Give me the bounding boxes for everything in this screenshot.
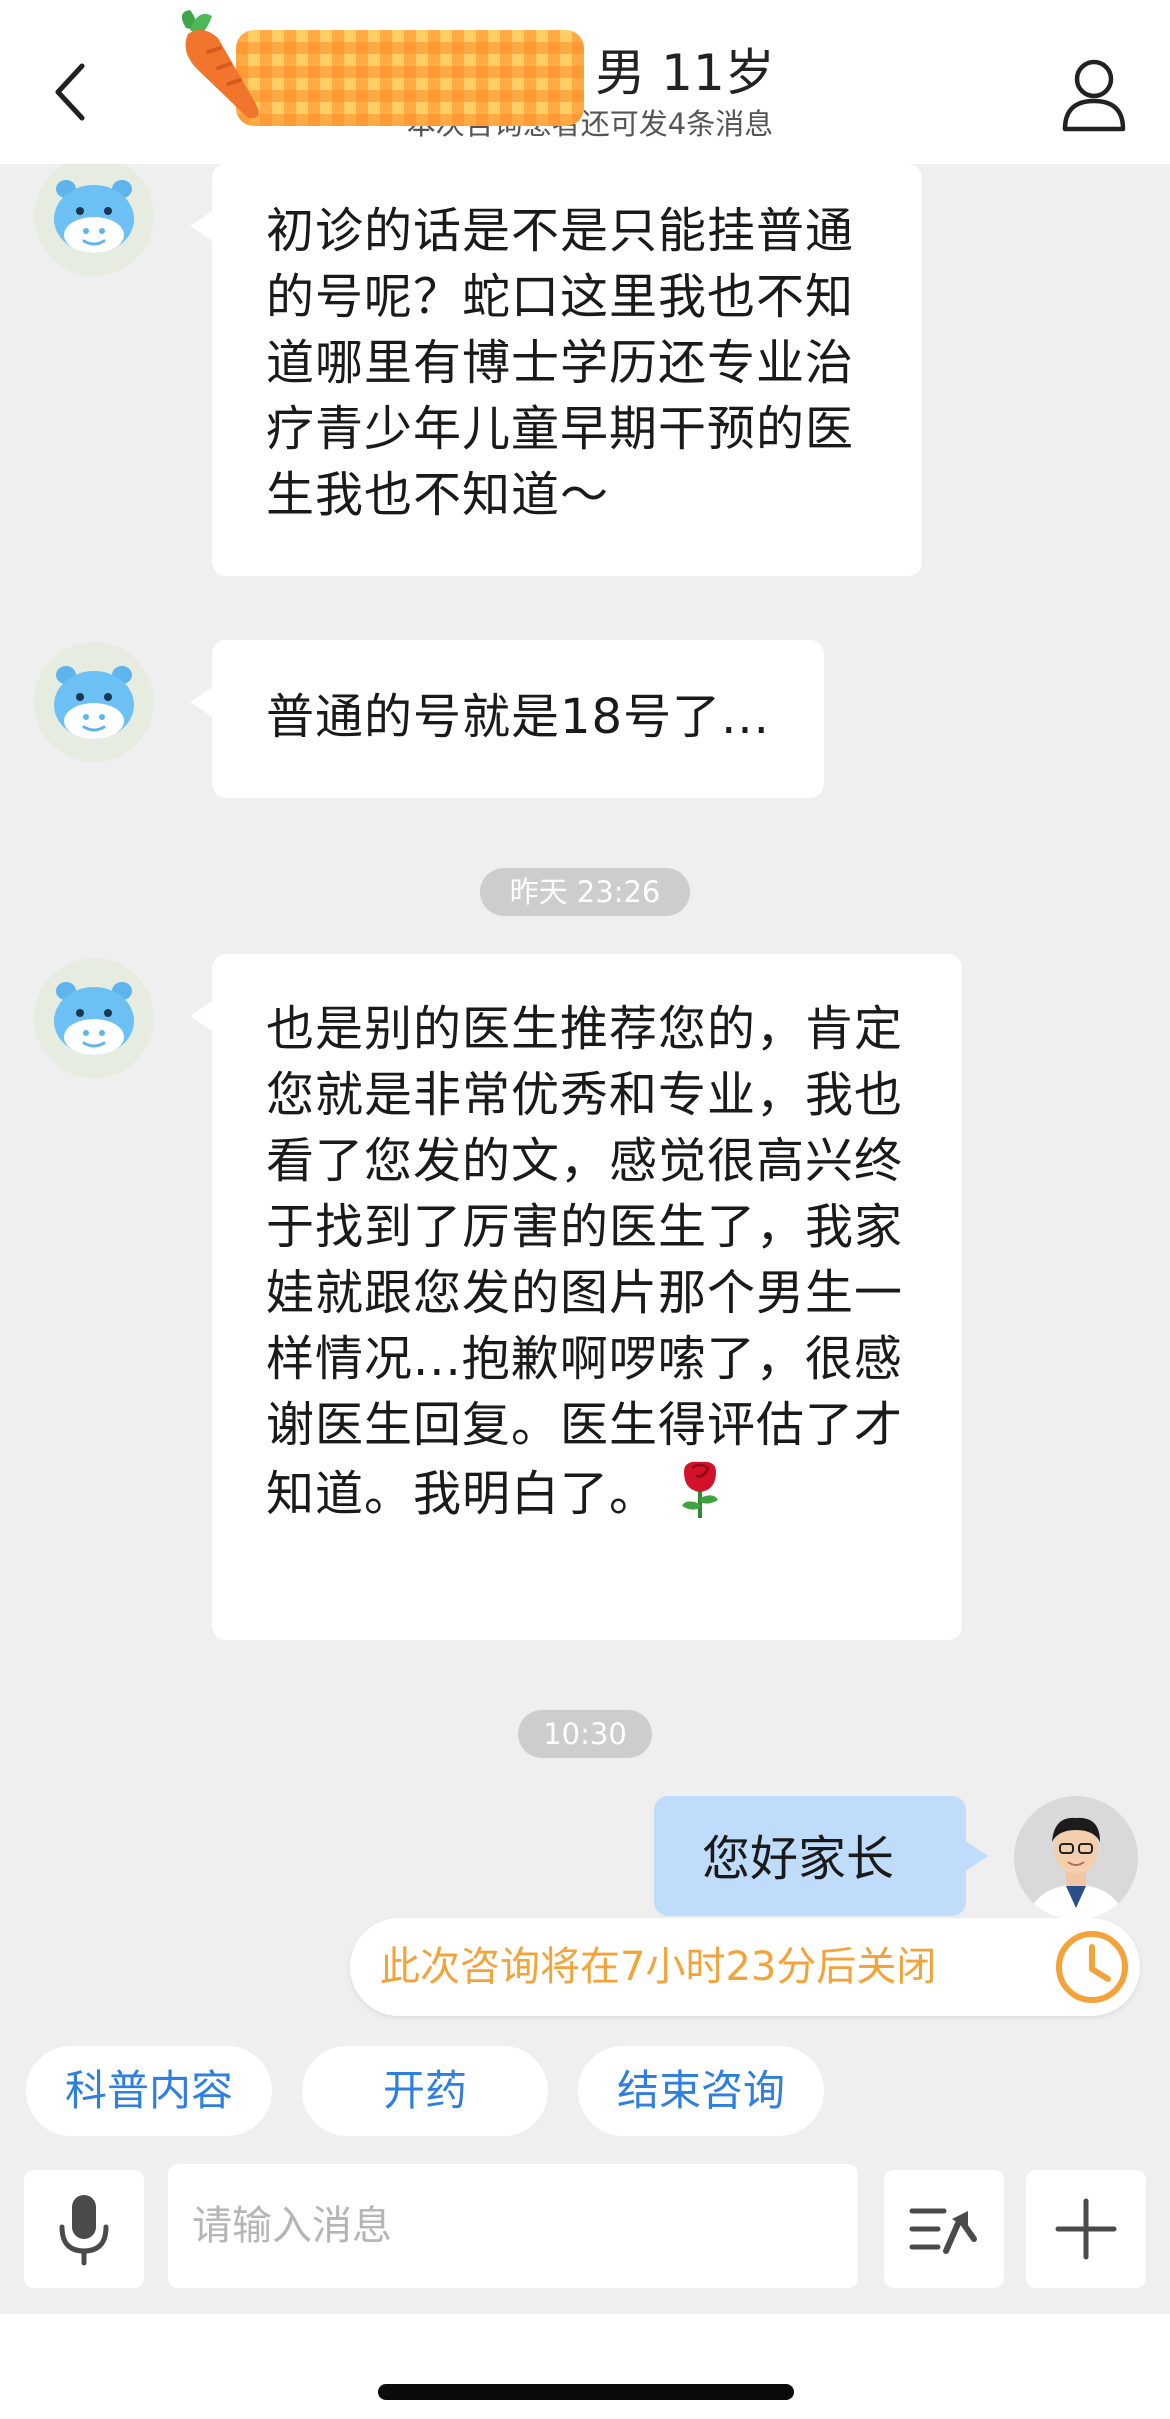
more-options-button[interactable] xyxy=(1026,2170,1146,2288)
quick-action-row: 科普内容 开药 结束咨询 xyxy=(26,2046,824,2136)
hippo-avatar-icon xyxy=(54,982,134,1055)
message-input[interactable] xyxy=(168,2164,858,2288)
timestamp-chip: 10:30 xyxy=(518,1710,652,1758)
patient-message-bubble: 初诊的话是不是只能挂普通的号呢？蛇口这里我也不知道哪里有博士学历还专业治疗青少年… xyxy=(190,164,922,576)
rose-emoji-icon xyxy=(682,1461,719,1518)
timestamp-chip: 昨天 23:26 xyxy=(480,868,690,916)
plus-icon xyxy=(1055,2198,1117,2260)
message-text: 您好家长 xyxy=(702,1831,895,1887)
end-consultation-button[interactable]: 结束咨询 xyxy=(578,2046,824,2136)
clock-icon xyxy=(1054,1929,1130,2005)
bottom-safe-area xyxy=(0,2314,1170,2419)
person-icon xyxy=(1062,59,1126,132)
patient-avatar[interactable] xyxy=(34,958,154,1078)
message-text: 初诊的话是不是只能挂普通的号呢？蛇口这里我也不知道哪里有博士学历还专业治疗青少年… xyxy=(266,203,855,523)
patient-avatar[interactable] xyxy=(34,156,154,276)
patient-avatar[interactable] xyxy=(34,642,154,762)
redacted-name-mosaic xyxy=(236,30,584,126)
doctor-message-bubble: 您好家长 xyxy=(654,1796,988,1916)
quick-reply-icon xyxy=(909,2208,977,2254)
voice-input-button[interactable] xyxy=(24,2170,144,2288)
prescribe-button[interactable]: 开药 xyxy=(302,2046,548,2136)
consultation-close-notice: 此次咨询将在7小时23分后关闭 xyxy=(350,1918,1140,2016)
patient-profile-button[interactable] xyxy=(1054,52,1134,138)
carrot-sticker-icon xyxy=(181,10,259,119)
hippo-avatar-icon xyxy=(54,666,134,739)
chat-header: 男 11岁 本次咨询患者还可发4条消息 xyxy=(0,0,1170,164)
doctor-avatar[interactable] xyxy=(1014,1796,1138,1920)
quick-reply-button[interactable] xyxy=(884,2170,1004,2288)
microphone-icon xyxy=(59,2195,109,2266)
message-text: 普通的号就是18号了... xyxy=(266,689,770,745)
message-input-bar xyxy=(0,2164,1170,2314)
message-text: 也是别的医生推荐您的，肯定您就是非常优秀和专业，我也看了您发的文，感觉很高兴终于… xyxy=(266,1001,904,1522)
hippo-avatar-icon xyxy=(54,180,134,253)
home-indicator[interactable] xyxy=(378,2384,794,2400)
patient-message-bubble: 也是别的医生推荐您的，肯定您就是非常优秀和专业，我也看了您发的文，感觉很高兴终于… xyxy=(190,954,962,1640)
science-content-button[interactable]: 科普内容 xyxy=(26,2046,272,2136)
doctor-portrait-icon xyxy=(1014,1796,1138,1920)
patient-message-bubble: 普通的号就是18号了... xyxy=(190,640,824,798)
close-notice-text: 此次咨询将在7小时23分后关闭 xyxy=(380,1944,937,1990)
